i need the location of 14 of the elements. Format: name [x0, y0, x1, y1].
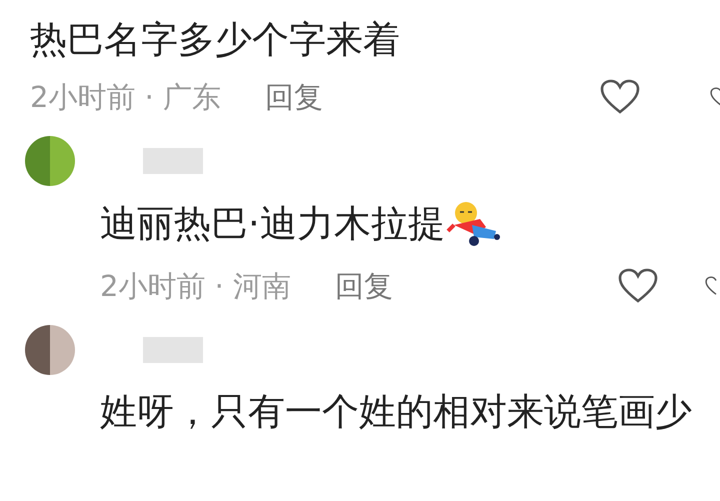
comment-time: 2小时前 · 广东	[30, 79, 222, 116]
emoji-icon	[444, 201, 501, 247]
avatar-photo[interactable]	[25, 136, 75, 186]
reply-link[interactable]: 回复	[265, 78, 324, 118]
blurred-username	[143, 337, 203, 363]
comment-text: 热巴名字多少个字来着	[30, 18, 401, 62]
blurred-username	[143, 148, 203, 174]
comment-text: 迪丽热巴·迪力木拉提	[100, 202, 445, 246]
heart-icon[interactable]	[600, 79, 640, 115]
avatar-photo[interactable]	[25, 325, 75, 375]
reply-link[interactable]: 回复	[335, 267, 394, 307]
heart-icon[interactable]	[618, 268, 658, 304]
comment-time: 2小时前 · 河南	[100, 268, 292, 305]
comment-text: 姓呀，只有一个姓的相对来说笔画少	[100, 390, 692, 434]
